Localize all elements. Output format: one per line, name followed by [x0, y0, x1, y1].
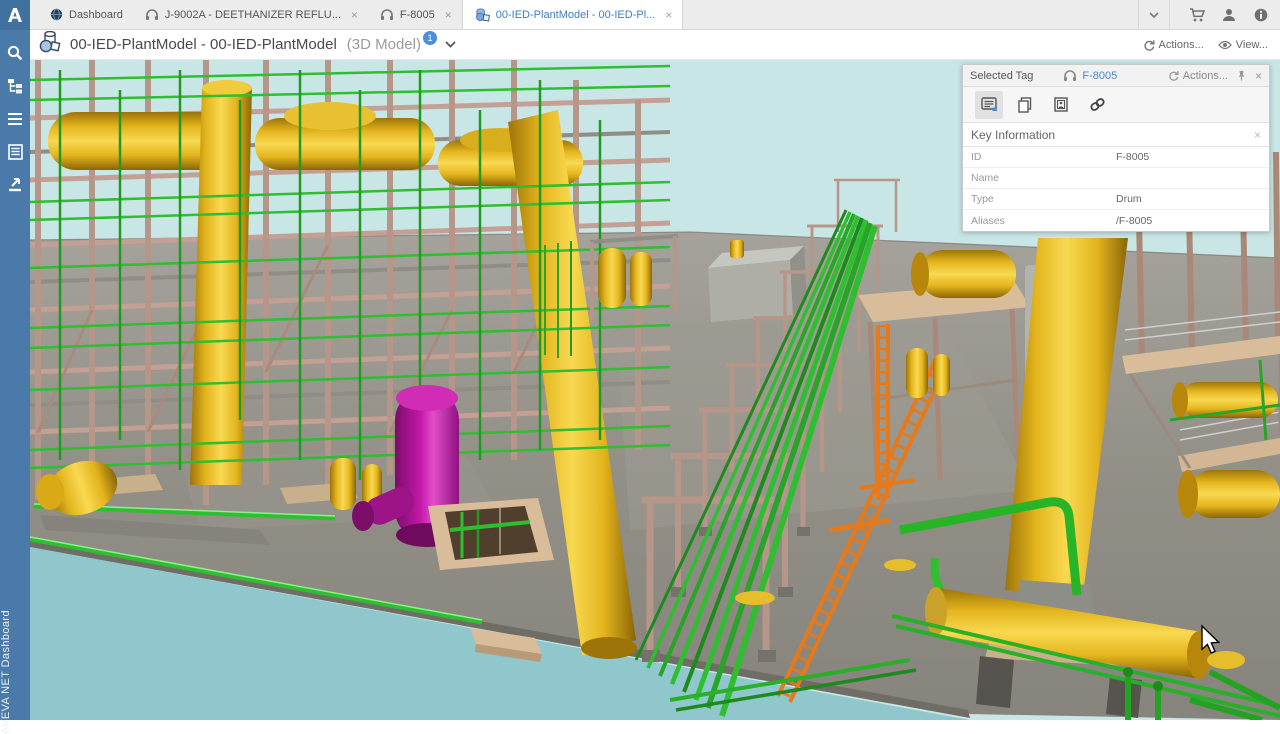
- view-label: View...: [1236, 39, 1268, 51]
- model3d-large-icon: [38, 31, 62, 58]
- selected-tag-id: F-8005: [1082, 70, 1117, 82]
- tab-close-icon[interactable]: ×: [665, 8, 672, 22]
- row-label: Name: [963, 172, 1116, 184]
- actions-icon: [1143, 39, 1155, 51]
- tab-overflow-chevron-icon[interactable]: [1138, 0, 1170, 30]
- tab-close-icon[interactable]: ×: [351, 8, 358, 22]
- row-value: /F-8005: [1116, 215, 1269, 227]
- report-icon[interactable]: [0, 135, 30, 168]
- tab-bar: Dashboard J-9002A - DEETHANIZER REFLU...…: [30, 0, 1280, 30]
- datasheet-tool-icon[interactable]: [1047, 91, 1075, 119]
- cart-icon[interactable]: [1184, 0, 1210, 30]
- row-label: Aliases: [963, 215, 1116, 227]
- tag-icon: [145, 9, 159, 21]
- model3d-icon: [475, 8, 490, 22]
- panel-actions-button[interactable]: Actions...: [1168, 70, 1228, 82]
- tab-bar-right: [1138, 0, 1280, 29]
- list-icon[interactable]: [0, 102, 30, 135]
- table-row[interactable]: Type Drum: [963, 189, 1269, 210]
- hierarchy-icon[interactable]: [0, 69, 30, 102]
- yellow-pad: [735, 591, 775, 605]
- actions-icon: [1168, 70, 1179, 81]
- tab-label: 00-IED-PlantModel - 00-IED-Pl...: [496, 9, 656, 21]
- table-row[interactable]: Aliases /F-8005: [963, 210, 1269, 231]
- selected-tag-title: Selected Tag: [970, 70, 1033, 82]
- tab-f8005[interactable]: F-8005 ×: [368, 0, 462, 29]
- app-sidebar: AVEVA NET Dashboard: [0, 0, 30, 720]
- tab-label: F-8005: [400, 9, 435, 21]
- eye-icon: [1218, 40, 1232, 50]
- title-bar-actions: Actions... View...: [1143, 39, 1280, 51]
- tab-label: J-9002A - DEETHANIZER REFLU...: [165, 9, 341, 21]
- row-value: Drum: [1116, 193, 1269, 205]
- tab-plantmodel-active[interactable]: 00-IED-PlantModel - 00-IED-Pl... ×: [462, 0, 684, 29]
- key-information-title: Key Information: [971, 128, 1055, 142]
- page-title: 00-IED-PlantModel - 00-IED-PlantModel: [70, 36, 337, 53]
- yellow-pad: [884, 559, 916, 571]
- tag-icon: [380, 9, 394, 21]
- selected-tag-link[interactable]: F-8005: [1063, 70, 1117, 82]
- actions-label: Actions...: [1159, 39, 1204, 51]
- selected-tag-toolbar: [963, 87, 1269, 123]
- links-tool-icon[interactable]: [1083, 91, 1111, 119]
- details-tool-icon[interactable]: [975, 91, 1003, 119]
- document-title-bar: 00-IED-PlantModel - 00-IED-PlantModel (3…: [30, 30, 1280, 60]
- table-row[interactable]: Name: [963, 168, 1269, 189]
- tag-icon: [1063, 70, 1077, 82]
- documents-tool-icon[interactable]: [1011, 91, 1039, 119]
- search-icon[interactable]: [0, 36, 30, 69]
- ground-pit[interactable]: [428, 498, 554, 570]
- tab-label: Dashboard: [69, 9, 123, 21]
- view-button[interactable]: View...: [1218, 39, 1268, 51]
- key-information-header: Key Information ×: [963, 123, 1269, 147]
- row-label: ID: [963, 151, 1116, 163]
- user-icon[interactable]: [1216, 0, 1242, 30]
- key-information-close-icon[interactable]: ×: [1254, 128, 1261, 142]
- info-icon[interactable]: [1248, 0, 1274, 30]
- tab-j9002a[interactable]: J-9002A - DEETHANIZER REFLU... ×: [133, 0, 368, 29]
- aveva-logo-icon[interactable]: [0, 0, 30, 30]
- yellow-drum-right-lower[interactable]: [1188, 470, 1280, 518]
- count-badge: 1: [423, 31, 437, 45]
- aveva-logo-glyph: [6, 6, 24, 24]
- tab-dashboard[interactable]: Dashboard: [38, 0, 133, 29]
- row-value: F-8005: [1116, 151, 1269, 163]
- selected-tag-header: Selected Tag F-8005 Actions... ×: [963, 65, 1269, 87]
- title-chevron-icon[interactable]: [445, 39, 456, 51]
- panel-actions-label: Actions...: [1183, 70, 1228, 82]
- selected-tag-panel: Selected Tag F-8005 Actions... ×: [962, 64, 1270, 232]
- tab-close-icon[interactable]: ×: [445, 8, 452, 22]
- row-label: Type: [963, 193, 1116, 205]
- sidebar-footer-label: AVEVA NET Dashboard: [0, 610, 30, 734]
- actions-button[interactable]: Actions...: [1143, 39, 1204, 51]
- pin-icon[interactable]: [1237, 70, 1246, 81]
- export-icon[interactable]: [0, 168, 30, 201]
- globe-icon: [50, 8, 63, 21]
- page-subtitle: (3D Model): [347, 36, 421, 53]
- panel-close-icon[interactable]: ×: [1255, 69, 1262, 83]
- yellow-drum-elevated[interactable]: [920, 250, 1016, 298]
- table-row[interactable]: ID F-8005: [963, 147, 1269, 168]
